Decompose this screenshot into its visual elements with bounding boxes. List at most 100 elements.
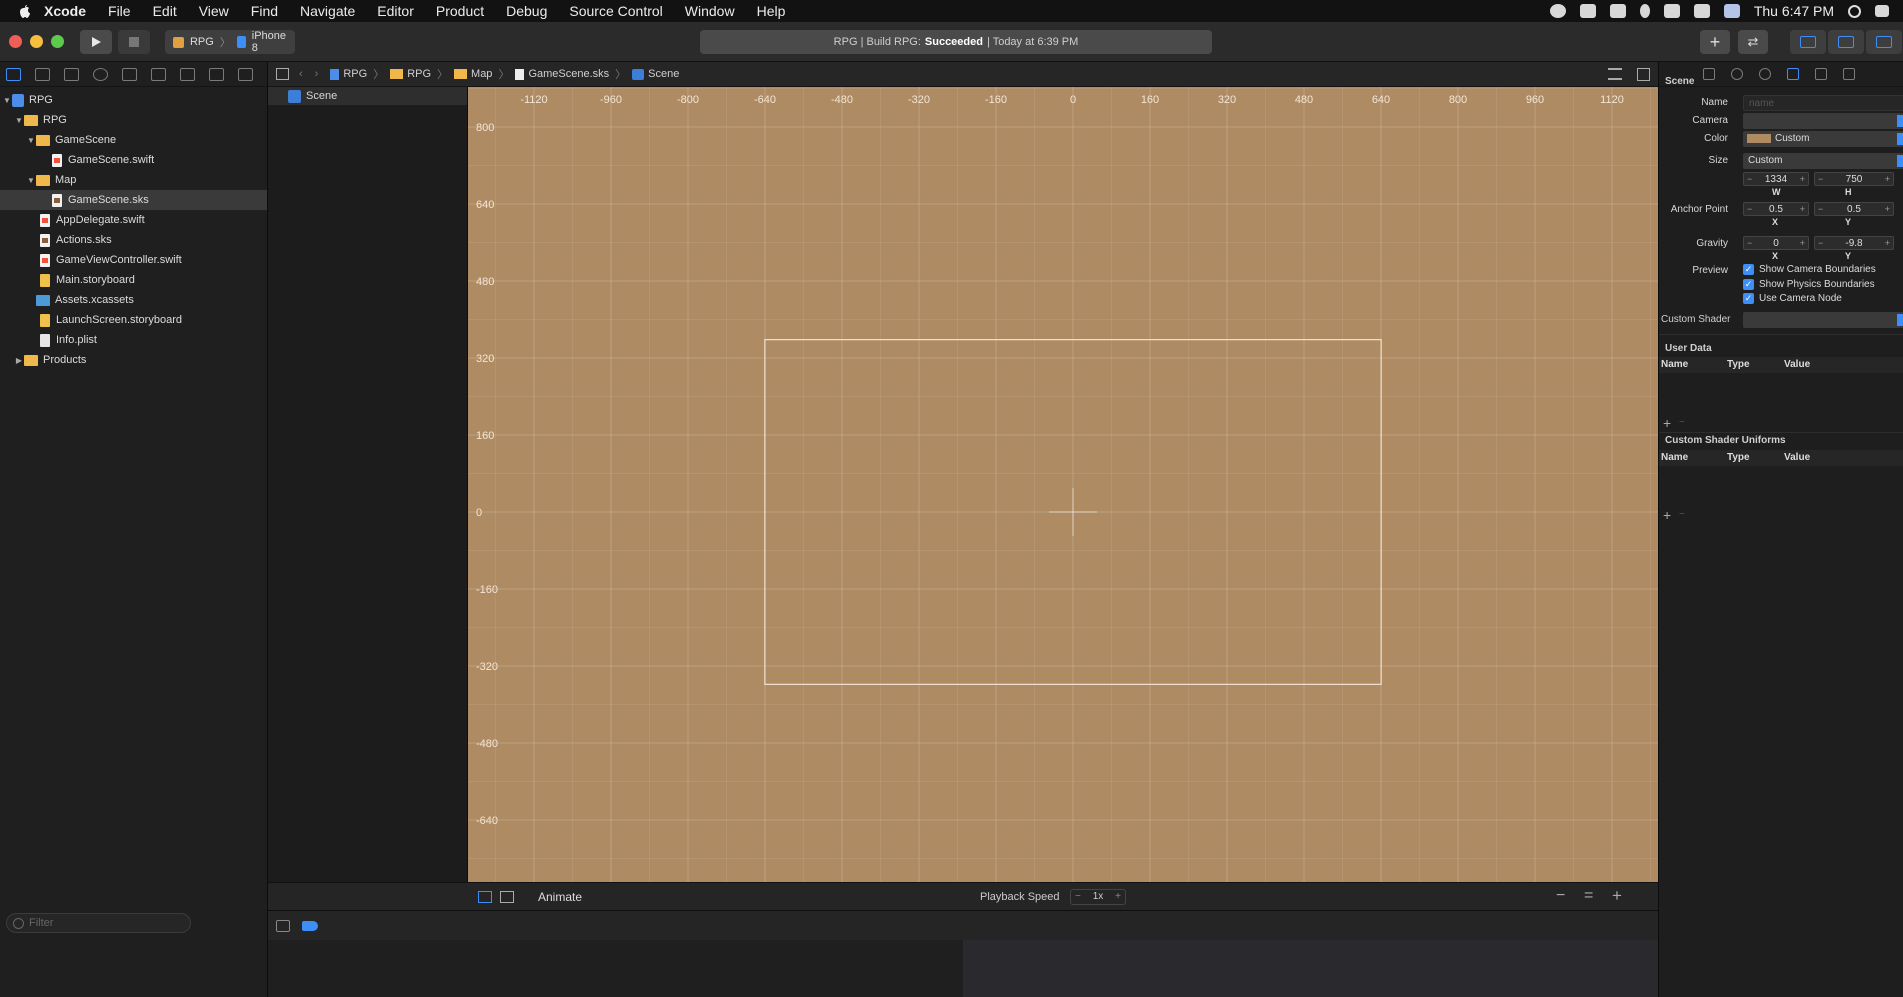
flag-icon[interactable] <box>1723 4 1740 18</box>
toggle-debug-button[interactable] <box>1828 30 1864 54</box>
decrease-icon[interactable]: − <box>1747 237 1752 250</box>
symbol-navigator-icon[interactable] <box>64 67 79 81</box>
menu-app-name[interactable]: Xcode <box>44 3 86 19</box>
zoom-reset-icon[interactable]: = <box>1584 887 1593 905</box>
scheme-selector[interactable]: RPG 〉 iPhone 8 <box>165 30 295 54</box>
color-select[interactable]: Custom <box>1743 131 1903 147</box>
increase-icon[interactable]: + <box>1885 237 1890 250</box>
breadcrumb-scene[interactable]: Scene <box>632 68 679 80</box>
console-view[interactable] <box>963 940 1658 997</box>
editor-options-icon[interactable] <box>1608 68 1622 80</box>
navigator-item[interactable]: ▼ GameScene <box>0 130 267 150</box>
gravity-x-stepper[interactable]: − 0 + <box>1743 236 1809 250</box>
increase-icon[interactable]: + <box>1885 203 1890 216</box>
decrease-icon[interactable]: − <box>1818 237 1823 250</box>
record-icon[interactable] <box>1549 4 1566 18</box>
scene-canvas[interactable]: -1120 -960 -800 -640 -480 -320 -160 0 160 320 480 6… <box>468 87 1658 882</box>
camera-select[interactable] <box>1743 113 1903 129</box>
breakpoint-navigator-icon[interactable] <box>209 67 224 81</box>
notification-center-icon[interactable] <box>1875 5 1889 17</box>
run-button[interactable] <box>80 29 112 54</box>
anchor-y-stepper[interactable]: − 0.5 + <box>1814 202 1894 216</box>
quick-help-icon[interactable] <box>1759 68 1771 80</box>
size-dropdown-icon[interactable] <box>1897 155 1903 167</box>
navigator-item[interactable]: GameViewController.swift <box>0 250 267 270</box>
remove-user-data-icon[interactable]: − <box>1679 417 1685 428</box>
toggle-navigator-button[interactable] <box>1790 30 1826 54</box>
disclosure-expanded-icon[interactable]: ▼ <box>26 136 36 145</box>
menu-source-control[interactable]: Source Control <box>569 3 662 19</box>
menu-navigate[interactable]: Navigate <box>300 3 355 19</box>
navigator-filter-field[interactable]: Filter <box>6 913 191 933</box>
navigator-item[interactable]: AppDelegate.swift <box>0 210 267 230</box>
decrease-icon[interactable]: − <box>1818 173 1823 186</box>
navigator-item[interactable]: GameScene.swift <box>0 150 267 170</box>
menu-editor[interactable]: Editor <box>377 3 414 19</box>
menu-edit[interactable]: Edit <box>153 3 177 19</box>
bluetooth-icon[interactable] <box>1639 4 1650 18</box>
navigator-item[interactable]: ▼ Map <box>0 170 267 190</box>
decrease-speed-icon[interactable]: − <box>1075 890 1081 904</box>
disclosure-collapsed-icon[interactable]: ▶ <box>14 356 24 365</box>
menu-help[interactable]: Help <box>757 3 786 19</box>
physics-boundaries-checkbox[interactable]: ✓ <box>1743 279 1754 290</box>
increase-icon[interactable]: + <box>1885 173 1890 186</box>
width-stepper[interactable]: − 1334 + <box>1743 172 1809 186</box>
anchor-x-stepper[interactable]: − 0.5 + <box>1743 202 1809 216</box>
size-select[interactable]: Custom <box>1743 153 1903 169</box>
menu-window[interactable]: Window <box>685 3 735 19</box>
add-uniform-icon[interactable]: + <box>1663 507 1671 523</box>
breadcrumb-group-rpg[interactable]: RPG <box>390 68 431 80</box>
breakpoints-icon[interactable] <box>302 921 318 931</box>
shader-select[interactable] <box>1743 312 1903 328</box>
decrease-icon[interactable]: − <box>1747 173 1752 186</box>
project-navigator-icon[interactable] <box>6 67 21 81</box>
name-field[interactable]: name <box>1743 95 1903 111</box>
report-navigator-icon[interactable] <box>238 67 253 81</box>
increase-icon[interactable]: + <box>1800 203 1805 216</box>
playback-speed-stepper[interactable]: − 1x + <box>1070 889 1126 905</box>
menu-file[interactable]: File <box>108 3 131 19</box>
zoom-in-icon[interactable]: + <box>1612 886 1622 906</box>
camera-boundaries-checkbox[interactable]: ✓ <box>1743 264 1754 275</box>
minimize-window-icon[interactable] <box>30 35 43 48</box>
outline-toggle-icon[interactable] <box>478 891 492 903</box>
apple-icon[interactable] <box>16 3 32 19</box>
close-window-icon[interactable] <box>9 35 22 48</box>
navigator-item[interactable]: LaunchScreen.storyboard <box>0 310 267 330</box>
navigator-item[interactable]: Assets.xcassets <box>0 290 267 310</box>
add-user-data-icon[interactable]: + <box>1663 415 1671 431</box>
wifi-icon[interactable] <box>1693 4 1710 18</box>
debug-navigator-icon[interactable] <box>180 67 195 81</box>
size-inspector-icon[interactable] <box>1815 68 1827 80</box>
remove-uniform-icon[interactable]: − <box>1679 509 1685 520</box>
disclosure-expanded-icon[interactable]: ▼ <box>2 96 12 105</box>
disclosure-expanded-icon[interactable]: ▼ <box>26 176 36 185</box>
related-items-icon[interactable] <box>276 68 289 80</box>
creative-cloud-icon[interactable] <box>1579 4 1596 18</box>
breadcrumb-file[interactable]: GameScene.sks <box>515 68 609 80</box>
source-control-navigator-icon[interactable] <box>35 67 50 81</box>
timeline-toggle-icon[interactable] <box>500 891 514 903</box>
add-editor-icon[interactable] <box>1637 68 1650 81</box>
library-button[interactable]: + <box>1700 30 1730 54</box>
menu-view[interactable]: View <box>199 3 229 19</box>
navigator-item[interactable]: Info.plist <box>0 330 267 350</box>
hide-debug-icon[interactable] <box>276 920 290 932</box>
shader-dropdown-icon[interactable] <box>1897 314 1903 326</box>
cloud-icon[interactable] <box>1609 4 1626 18</box>
issue-navigator-icon[interactable] <box>122 67 137 81</box>
disclosure-expanded-icon[interactable]: ▼ <box>14 116 24 125</box>
custom-class-inspector-icon[interactable] <box>1843 68 1855 80</box>
navigator-item[interactable]: ▶ Products <box>0 350 267 370</box>
decrease-icon[interactable]: − <box>1747 203 1752 216</box>
breadcrumb-group-map[interactable]: Map <box>454 68 492 80</box>
navigator-item[interactable]: ▼ RPG <box>0 90 267 110</box>
height-stepper[interactable]: − 750 + <box>1814 172 1894 186</box>
menu-debug[interactable]: Debug <box>506 3 547 19</box>
code-review-button[interactable]: ⇄ <box>1738 30 1768 54</box>
back-icon[interactable]: ‹ <box>299 68 303 80</box>
breadcrumb-project[interactable]: RPG <box>330 68 367 80</box>
test-navigator-icon[interactable] <box>151 67 166 81</box>
animate-button[interactable]: Animate <box>538 890 582 904</box>
